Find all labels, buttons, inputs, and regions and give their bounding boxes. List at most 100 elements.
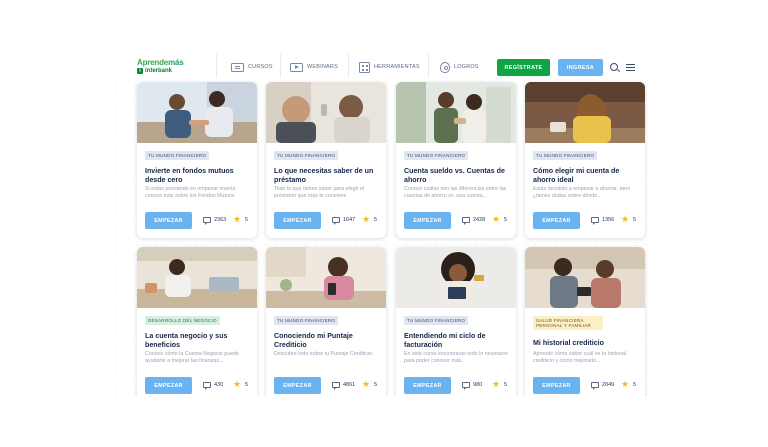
course-title: La cuenta negocio y sus beneficios: [145, 332, 228, 349]
course-title: Mi historial crediticio: [533, 339, 604, 347]
category-tag: SALUD FINANCIERA PERSONAL Y FAMILIAR: [533, 316, 603, 330]
register-button[interactable]: REGÍSTRATE: [497, 59, 550, 76]
course-title: Cuenta sueldo vs. Cuentas de ahorro: [404, 167, 505, 184]
comment-icon: [332, 217, 340, 225]
nav-divider: [280, 54, 281, 78]
start-button[interactable]: EMPEZAR: [404, 377, 451, 394]
comment-icon: [332, 382, 340, 390]
search-icon[interactable]: [610, 63, 618, 71]
comment-count: 2428: [473, 217, 486, 223]
star-icon: ★: [362, 214, 371, 224]
course-card[interactable]: DESARROLLO DEL NEGOCIO La cuenta negocio…: [137, 247, 257, 396]
course-title: Invierte en fondos mutuos desde cero: [145, 167, 234, 184]
category-tag: DESARROLLO DEL NEGOCIO: [145, 316, 220, 325]
course-description: Estás decidido a empezar a ahorrar, pero…: [533, 186, 631, 199]
interbank-mark-icon: i: [137, 68, 143, 74]
comment-count: 1647: [343, 217, 356, 223]
nav-item-webinars[interactable]: WEBINARS: [290, 58, 338, 76]
start-button[interactable]: EMPEZAR: [533, 212, 580, 229]
course-description: Conoce cómo la Cuenta Negocio puede ayud…: [145, 351, 239, 364]
rating-value: 5: [633, 382, 637, 388]
course-description: Todo lo que debes saber para elegir el p…: [274, 186, 365, 199]
rating-value: 5: [633, 217, 637, 223]
comment-count: 2363: [214, 217, 227, 223]
course-description: En este curso encontrarás todo lo necesa…: [404, 351, 508, 364]
nav-item-herramientas[interactable]: HERRAMIENTAS: [359, 58, 420, 76]
star-icon: ★: [621, 379, 630, 389]
category-tag: TU MUNDO FINANCIERO: [533, 151, 598, 160]
start-button[interactable]: EMPEZAR: [145, 377, 192, 394]
start-button[interactable]: EMPEZAR: [404, 212, 451, 229]
menu-icon[interactable]: [626, 64, 635, 71]
nav-divider: [216, 54, 217, 78]
courses-icon: [231, 62, 244, 72]
nav-item-label: HERRAMIENTAS: [374, 64, 420, 70]
nav-item-label: LOGROS: [454, 64, 479, 70]
site-header: Aprendemás i interbank CURSOS WEBINARS HE…: [111, 52, 657, 80]
course-image: [266, 82, 386, 143]
star-icon: ★: [233, 379, 242, 389]
course-card[interactable]: TU MUNDO FINANCIERO Lo que necesitas sab…: [266, 82, 386, 238]
course-image: [525, 82, 645, 143]
course-card[interactable]: TU MUNDO FINANCIERO Cuenta sueldo vs. Cu…: [396, 82, 516, 238]
page-frame: Aprendemás i interbank CURSOS WEBINARS HE…: [111, 52, 657, 396]
comment-icon: [462, 217, 470, 225]
comment-count: 980: [473, 382, 483, 388]
star-icon: ★: [362, 379, 371, 389]
course-title: Cómo elegir mi cuenta de ahorro ideal: [533, 167, 620, 184]
category-tag: TU MUNDO FINANCIERO: [274, 151, 339, 160]
category-tag: TU MUNDO FINANCIERO: [404, 151, 469, 160]
star-icon: ★: [621, 214, 630, 224]
category-tag: TU MUNDO FINANCIERO: [145, 151, 210, 160]
webinar-icon: [290, 62, 303, 72]
comment-count: 4861: [343, 382, 356, 388]
course-description: Si estás pensando en empezar invertir, c…: [145, 186, 237, 199]
rating-value: 5: [504, 217, 508, 223]
category-tag: TU MUNDO FINANCIERO: [274, 316, 339, 325]
rating-value: 5: [504, 382, 508, 388]
start-button[interactable]: EMPEZAR: [145, 212, 192, 229]
star-icon: ★: [233, 214, 242, 224]
category-tag: TU MUNDO FINANCIERO: [404, 316, 469, 325]
logo-subtext: interbank: [145, 68, 173, 74]
course-image: [137, 247, 257, 308]
start-button[interactable]: EMPEZAR: [274, 212, 321, 229]
nav-divider: [348, 54, 349, 78]
course-card[interactable]: TU MUNDO FINANCIERO Entendiendo mi ciclo…: [396, 247, 516, 396]
achievements-icon: [440, 61, 450, 73]
course-card[interactable]: SALUD FINANCIERA PERSONAL Y FAMILIAR Mi …: [525, 247, 645, 396]
comment-count: 430: [214, 382, 224, 388]
course-description: Descubre todo sobre tu Puntaje Creditici…: [274, 351, 373, 357]
course-card[interactable]: TU MUNDO FINANCIERO Cómo elegir mi cuent…: [525, 82, 645, 238]
course-image: [396, 247, 516, 308]
comment-count: 1356: [602, 217, 615, 223]
comment-icon: [203, 217, 211, 225]
comment-icon: [462, 382, 470, 390]
star-icon: ★: [492, 379, 501, 389]
nav-item-label: WEBINARS: [307, 64, 338, 70]
course-title: Lo que necesitas saber de un préstamo: [274, 167, 374, 184]
course-description: Conoce cuáles son las diferencias entre …: [404, 186, 507, 199]
rating-value: 5: [374, 217, 378, 223]
rating-value: 5: [245, 382, 249, 388]
course-card[interactable]: TU MUNDO FINANCIERO Conociendo mi Puntaj…: [266, 247, 386, 396]
course-card[interactable]: TU MUNDO FINANCIERO Invierte en fondos m…: [137, 82, 257, 238]
course-title: Entendiendo mi ciclo de facturación: [404, 332, 486, 349]
course-image: [525, 247, 645, 308]
course-image: [266, 247, 386, 308]
course-description: Aprende cómo saber cuál es tu historial …: [533, 351, 627, 364]
comment-icon: [591, 382, 599, 390]
brand-logo[interactable]: Aprendemás i interbank: [137, 58, 197, 78]
nav-item-logros[interactable]: LOGROS: [440, 58, 479, 76]
course-title: Conociendo mi Puntaje Crediticio: [274, 332, 353, 349]
start-button[interactable]: EMPEZAR: [533, 377, 580, 394]
nav-divider: [428, 54, 429, 78]
start-button[interactable]: EMPEZAR: [274, 377, 321, 394]
login-button[interactable]: INGRESA: [558, 59, 603, 76]
comment-icon: [203, 382, 211, 390]
rating-value: 5: [374, 382, 378, 388]
course-image: [137, 82, 257, 143]
nav-item-label: CURSOS: [248, 64, 273, 70]
nav-item-cursos[interactable]: CURSOS: [231, 58, 273, 76]
comment-icon: [591, 217, 599, 225]
